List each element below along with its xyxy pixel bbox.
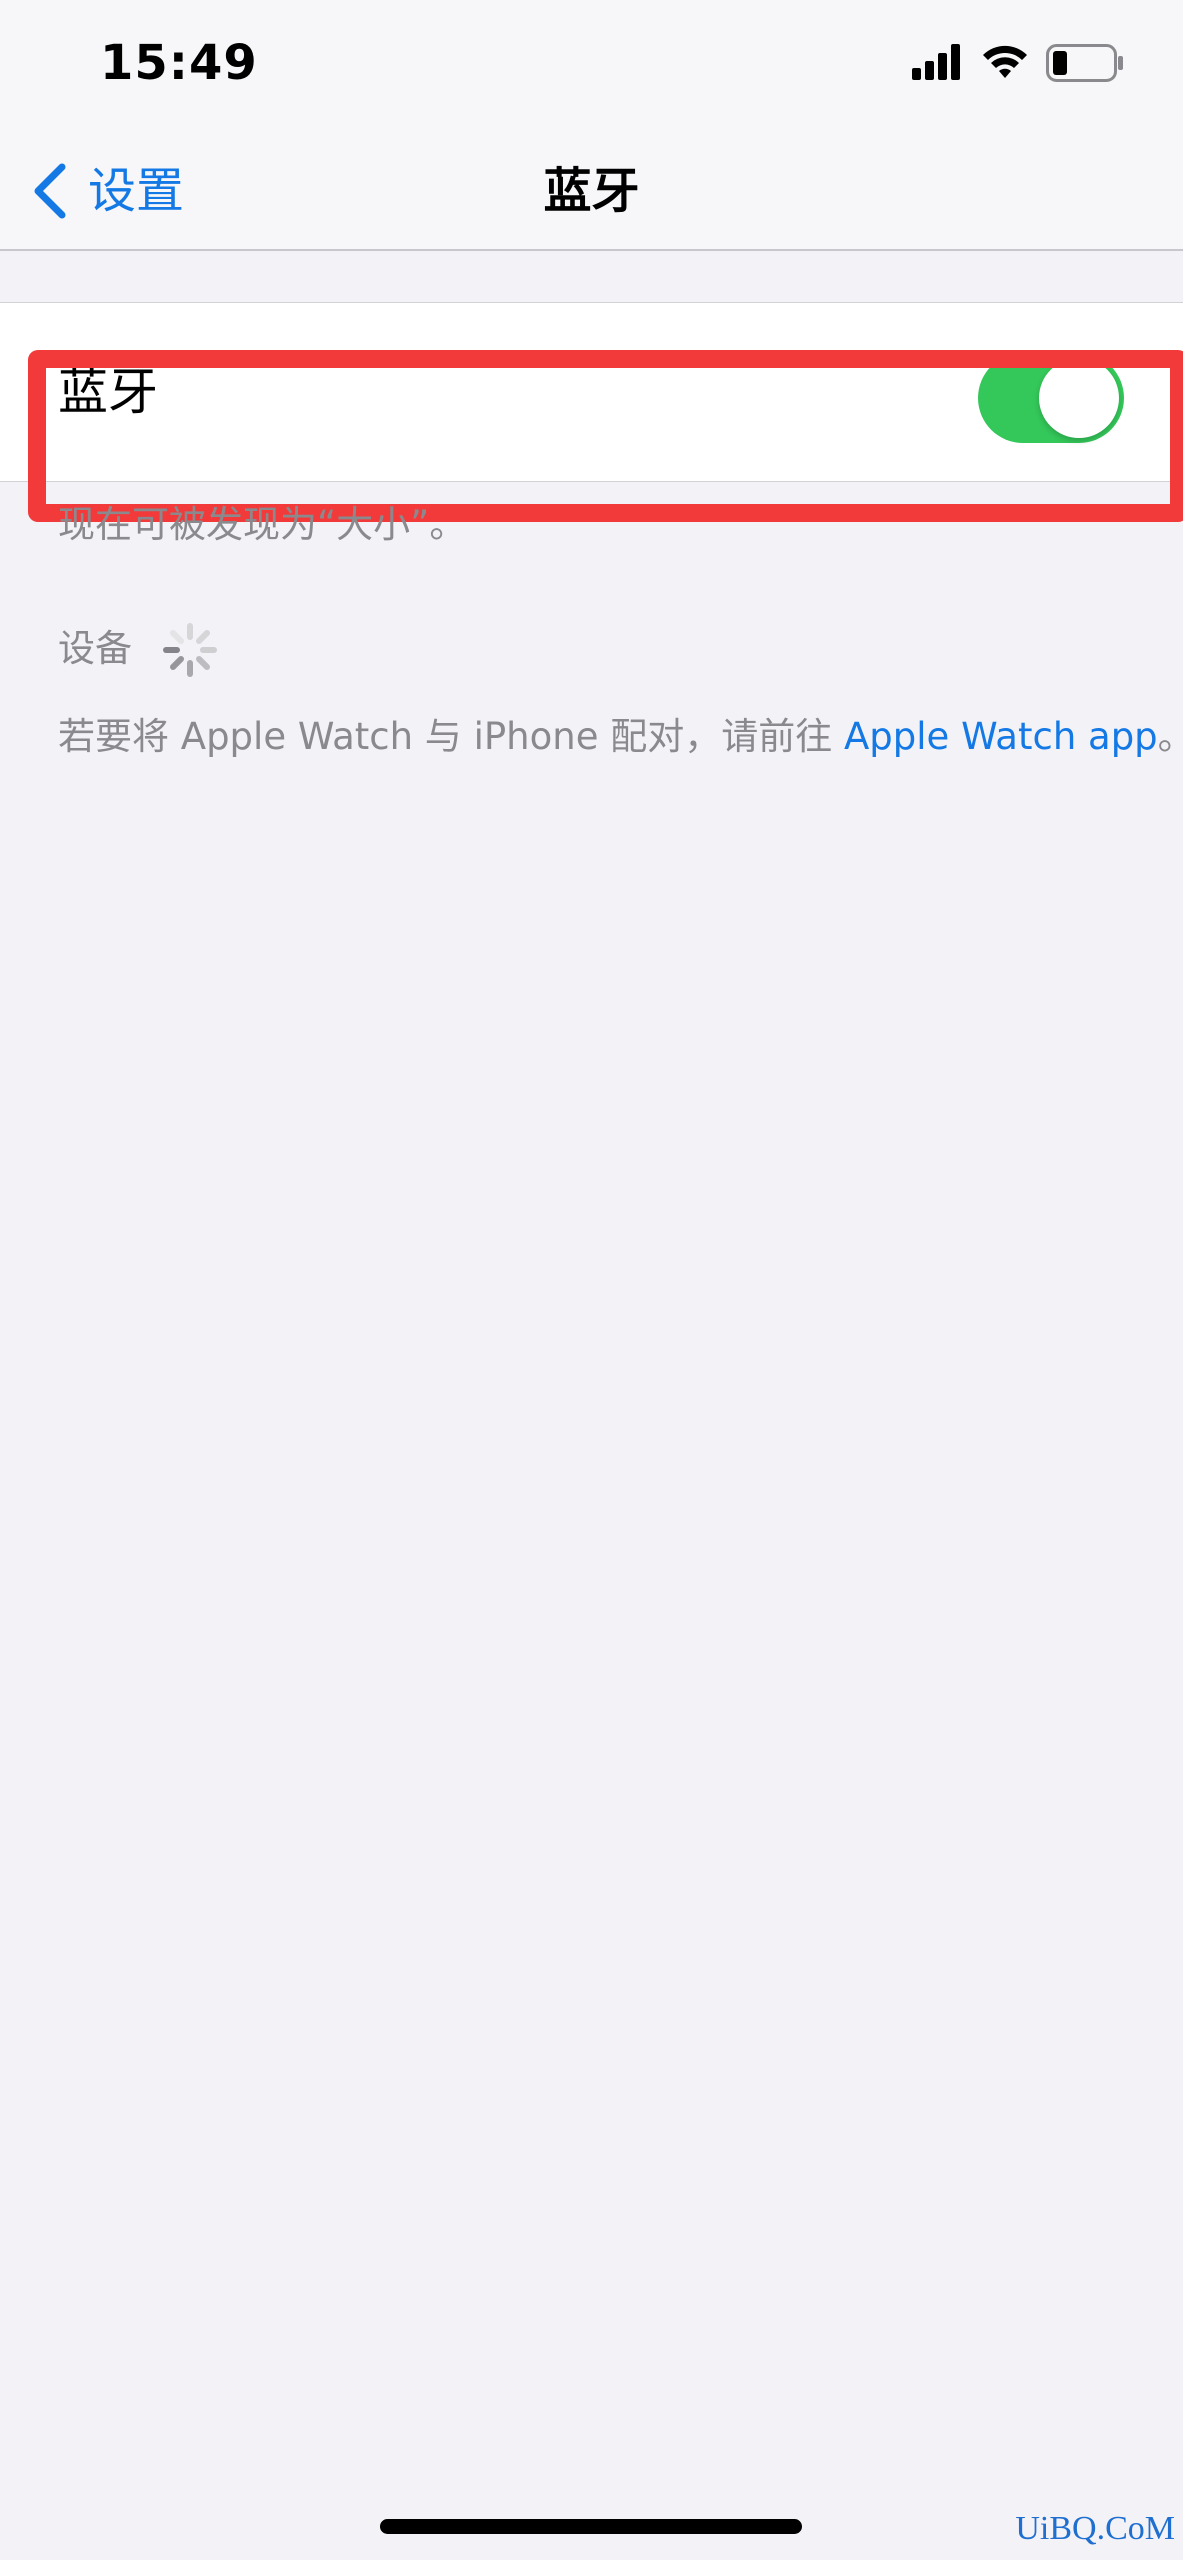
toggle-knob <box>1039 358 1119 438</box>
nav-bar: 设置 蓝牙 <box>0 130 1183 251</box>
loading-spinner-icon <box>163 623 217 677</box>
signal-icon <box>912 44 960 80</box>
page-title: 蓝牙 <box>543 163 640 219</box>
home-indicator[interactable] <box>380 2519 802 2534</box>
bluetooth-label: 蓝牙 <box>58 363 158 421</box>
battery-icon <box>1046 44 1123 82</box>
discoverable-text: 现在可被发现为“大小”。 <box>58 503 467 546</box>
status-time: 15:49 <box>100 35 258 91</box>
pair-hint: 若要将 Apple Watch 与 iPhone 配对，请前往 Apple Wa… <box>58 712 1183 762</box>
bluetooth-row: 蓝牙 <box>0 353 1183 443</box>
watermark: UiBQ.CoM <box>1015 2510 1175 2547</box>
wifi-icon <box>983 45 1027 78</box>
bluetooth-settings-group: 蓝牙 <box>0 302 1183 482</box>
devices-header: 设备 <box>58 627 132 670</box>
pair-hint-suffix: 。 <box>1158 715 1183 758</box>
status-bar: 15:49 <box>0 0 1183 130</box>
pair-hint-prefix: 若要将 Apple Watch 与 iPhone 配对，请前往 <box>58 715 844 758</box>
bluetooth-toggle[interactable] <box>978 353 1124 443</box>
apple-watch-app-link[interactable]: Apple Watch app <box>844 715 1158 758</box>
